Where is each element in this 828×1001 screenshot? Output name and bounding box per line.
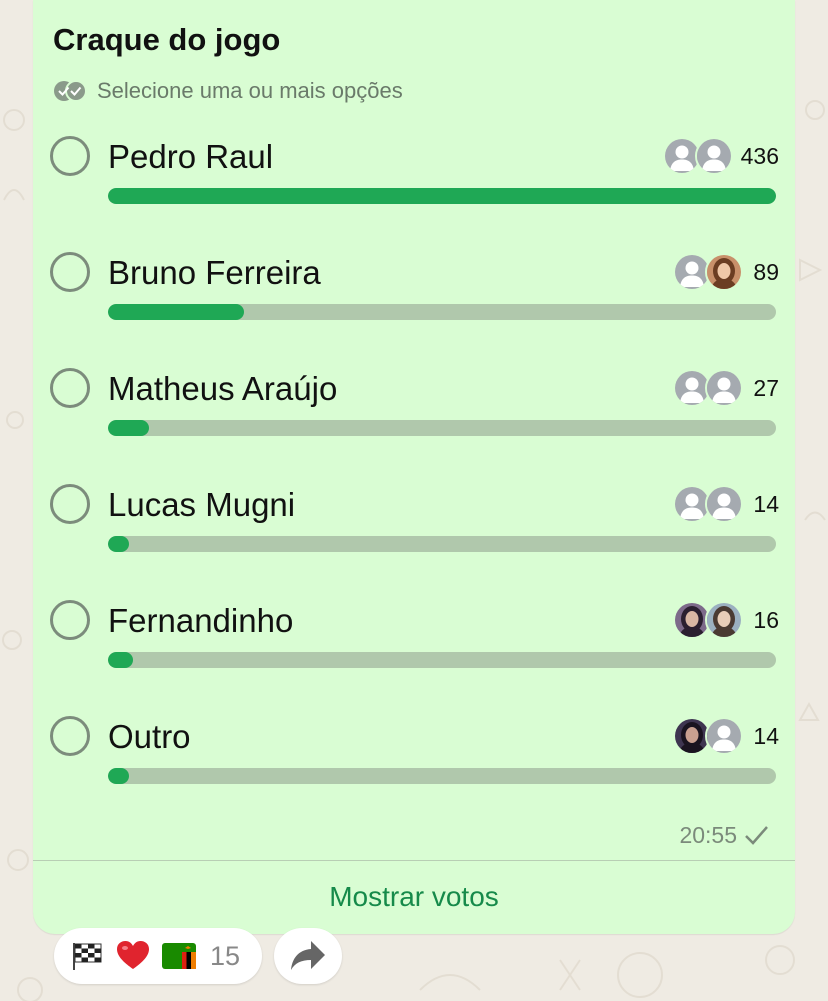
option-label: Pedro Raul [108,138,274,175]
checkered-flag-emoji [70,941,104,971]
option-vote-count: 16 [753,606,779,633]
option-progress-fill [108,536,130,552]
checkmark-icon [745,826,768,845]
option-radio-button[interactable] [50,484,90,524]
forward-button[interactable] [274,928,342,984]
zambia-flag-emoji [162,943,196,969]
option-radio-button[interactable] [50,136,90,176]
option-progress-fill [108,188,776,204]
poll-option[interactable]: Lucas Mugni 14 [33,466,795,582]
option-progress-fill [108,652,133,668]
option-vote-count: 14 [753,490,779,517]
option-progress-fill [108,420,150,436]
message-time: 20:55 [679,821,737,848]
option-progress-track [108,652,776,668]
option-vote-count: 14 [753,722,779,749]
option-label: Bruno Ferreira [108,254,321,291]
option-label: Fernandinho [108,602,294,639]
poll-option[interactable]: Fernandinho 16 [33,582,795,698]
poll-message-bubble: Craque do jogo Selecione uma ou mais opç… [33,0,795,934]
option-progress-track [108,420,776,436]
message-timestamp: 20:55 [679,820,769,850]
red-heart-emoji [116,941,150,971]
poll-option[interactable]: Bruno Ferreira 89 [33,234,795,350]
forward-arrow-icon [291,941,325,970]
option-progress-track [108,304,776,320]
option-vote-count: 436 [740,142,779,169]
poll-option[interactable]: Matheus Araújo 27 [33,350,795,466]
option-voters: 89 [673,252,779,292]
reactions-pill[interactable]: 15 [54,928,262,984]
option-progress-fill [108,304,245,320]
voter-avatar [705,485,743,523]
option-voters: 14 [673,716,779,756]
option-progress-track [108,768,776,784]
option-voters: 16 [673,600,779,640]
option-voters: 436 [662,136,779,176]
poll-option[interactable]: Pedro Raul 436 [33,118,795,234]
option-radio-button[interactable] [50,600,90,640]
option-voters: 27 [673,368,779,408]
option-progress-track [108,188,776,204]
option-label: Lucas Mugni [108,486,296,523]
voter-avatar [705,253,743,291]
option-label: Matheus Araújo [108,370,338,407]
option-radio-button[interactable] [50,368,90,408]
poll-subtitle: Selecione uma ou mais opções [53,76,403,106]
poll-option[interactable]: Outro 14 [33,698,795,814]
voter-avatar [705,717,743,755]
option-progress-fill [108,768,130,784]
option-voters: 14 [673,484,779,524]
voter-avatar [705,369,743,407]
option-progress-track [108,536,776,552]
reaction-count: 15 [210,940,241,971]
poll-subtitle-text: Selecione uma ou mais opções [97,78,403,103]
option-vote-count: 89 [753,258,779,285]
option-radio-button[interactable] [50,252,90,292]
double-check-icon [54,80,87,102]
voter-avatar [694,137,733,175]
option-vote-count: 27 [753,374,779,401]
option-radio-button[interactable] [50,716,90,756]
option-label: Outro [108,718,191,755]
poll-title: Craque do jogo [53,22,281,57]
voter-avatar [705,601,743,639]
show-votes-button[interactable]: Mostrar votos [33,860,795,934]
